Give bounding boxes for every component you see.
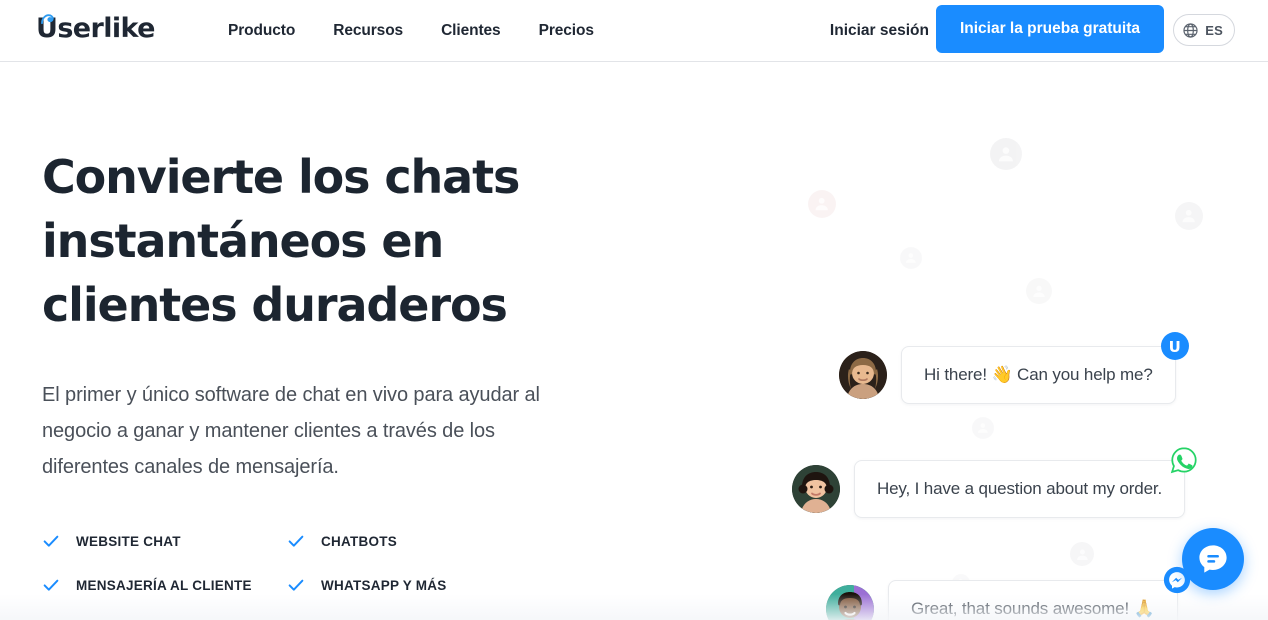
- feature-item-mensajeria-al-cliente: MENSAJERÍA AL CLIENTE: [42, 576, 287, 594]
- whatsapp-icon: [1170, 446, 1198, 474]
- chat-message-text: Hi there! 👋 Can you help me?: [924, 365, 1153, 384]
- chat-message-text: Great, that sounds awesome! 🙏: [911, 599, 1155, 618]
- chat-message-row: Hi there! 👋 Can you help me? U: [839, 332, 1189, 404]
- nav-item-clientes[interactable]: Clientes: [441, 22, 501, 40]
- chat-illustration: Hi there! 👋 Can you help me? U Hey, I ha…: [700, 62, 1268, 620]
- globe-icon: [1183, 22, 1198, 38]
- nav-item-recursos[interactable]: Recursos: [333, 22, 403, 40]
- floating-avatar: [1026, 278, 1052, 304]
- floating-avatar: [972, 417, 994, 439]
- chat-message-row: Great, that sounds awesome! 🙏: [826, 566, 1190, 620]
- feature-item-whatsapp-y-mas: WHATSAPP Y MÁS: [287, 576, 642, 594]
- check-icon: [43, 535, 59, 547]
- chat-bubble: Hey, I have a question about my order.: [854, 447, 1197, 518]
- floating-avatar: [1175, 202, 1203, 230]
- floating-avatar: [990, 138, 1022, 170]
- main-navigation: Producto Recursos Clientes Precios: [228, 0, 594, 62]
- floating-avatar: [900, 247, 922, 269]
- site-header: Userlike Producto Recursos Clientes Prec…: [0, 0, 1268, 62]
- language-code: ES: [1205, 22, 1223, 38]
- chat-bubble: Great, that sounds awesome! 🙏: [888, 566, 1190, 620]
- floating-avatar: [1070, 542, 1094, 566]
- page-root: Userlike Producto Recursos Clientes Prec…: [0, 0, 1268, 620]
- chat-message-row: Hey, I have a question about my order.: [792, 447, 1197, 518]
- language-switcher[interactable]: ES: [1173, 14, 1235, 46]
- hero-subtitle: El primer y único software de chat en vi…: [42, 384, 540, 478]
- check-icon: [288, 535, 304, 547]
- feature-label: MENSAJERÍA AL CLIENTE: [76, 577, 252, 593]
- hero-content: Convierte los chats instantáneos en clie…: [42, 145, 642, 594]
- feature-item-chatbots: CHATBOTS: [287, 532, 642, 550]
- start-free-trial-button[interactable]: Iniciar la prueba gratuita: [935, 5, 1164, 53]
- login-link[interactable]: Iniciar sesión: [830, 0, 929, 62]
- floating-avatar: [808, 190, 836, 218]
- chat-message-text: Hey, I have a question about my order.: [877, 479, 1163, 498]
- feature-label: CHATBOTS: [321, 533, 397, 549]
- avatar: [839, 351, 887, 399]
- nav-item-precios[interactable]: Precios: [539, 22, 594, 40]
- check-icon: [288, 579, 304, 591]
- nav-item-producto[interactable]: Producto: [228, 22, 295, 40]
- userlike-logo[interactable]: Userlike: [36, 11, 155, 45]
- page-title: Convierte los chats instantáneos en clie…: [42, 150, 520, 332]
- avatar: [826, 585, 874, 620]
- feature-item-website-chat: WEBSITE CHAT: [42, 532, 287, 550]
- feature-label: WEBSITE CHAT: [76, 533, 181, 549]
- feature-label: WHATSAPP Y MÁS: [321, 577, 447, 593]
- feature-list: WEBSITE CHAT CHATBOTS MENSAJERÍA AL CLIE…: [42, 532, 642, 594]
- userlike-badge-icon: U: [1160, 332, 1189, 360]
- chat-widget-launcher-button[interactable]: [1182, 528, 1244, 590]
- chat-bubble: Hi there! 👋 Can you help me? U: [901, 332, 1189, 404]
- chat-bubble-icon: [1199, 545, 1227, 573]
- check-icon: [43, 579, 59, 591]
- avatar: [792, 465, 840, 513]
